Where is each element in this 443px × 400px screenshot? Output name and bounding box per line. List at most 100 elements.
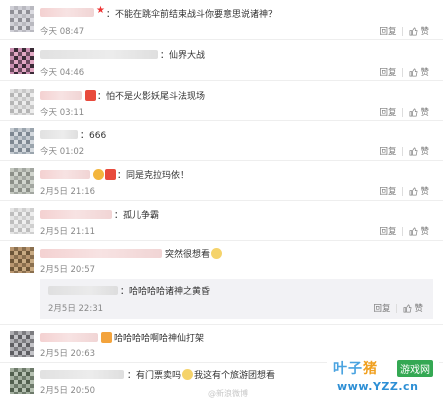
username[interactable]: [40, 130, 78, 139]
comment-time: 今天 04:46: [40, 68, 85, 78]
like-button[interactable]: 赞: [409, 225, 429, 237]
emoji-icon: [105, 169, 116, 180]
comment-item: ：666 今天 01:02 回复 赞: [0, 121, 443, 161]
site-watermark: 叶子猪 游戏网 www.YZZ.cn: [327, 354, 439, 396]
like-label: 赞: [420, 27, 429, 37]
comment-text: ：仙界大战: [160, 51, 206, 61]
comment-item: ：仙界大战 今天 04:46 回复 赞: [0, 40, 443, 81]
like-button[interactable]: 赞: [409, 145, 429, 157]
watermark-brand-a: 叶子: [333, 361, 363, 377]
like-label: 赞: [420, 227, 429, 237]
comment-text: ：有门票卖吗 我这有个旅游团想看: [127, 368, 275, 381]
username[interactable]: [40, 170, 90, 179]
thumbs-up-icon: [404, 304, 413, 312]
vip-star-icon: ★: [96, 5, 105, 16]
reply-text: ：哈哈哈哈诸神之黄昏: [120, 287, 211, 297]
reply-button[interactable]: 回复: [379, 185, 396, 197]
thumbs-up-icon: [410, 108, 419, 116]
thumbs-up-icon: [410, 187, 419, 195]
username[interactable]: [40, 8, 94, 17]
like-button[interactable]: 赞: [409, 66, 429, 78]
comment-text: ：怕不是火影妖尾斗法现场: [97, 92, 206, 102]
avatar[interactable]: [10, 89, 34, 115]
emoji-icon: [93, 169, 104, 180]
reply-thread: ：哈哈哈哈诸神之黄昏 2月5日 22:31 回复 赞: [40, 279, 433, 319]
like-label: 赞: [420, 187, 429, 197]
like-button[interactable]: 赞: [409, 106, 429, 118]
username[interactable]: [40, 333, 98, 342]
comment-time: 今天 01:02: [40, 147, 85, 157]
like-button[interactable]: 赞: [409, 185, 429, 197]
divider: [402, 226, 404, 236]
watermark-url: www.YZZ.cn: [337, 380, 419, 393]
watermark-brand-b: 猪: [363, 361, 378, 377]
avatar[interactable]: [10, 208, 34, 234]
avatar[interactable]: [10, 6, 34, 32]
reply-button[interactable]: 回复: [379, 225, 396, 237]
divider: [396, 303, 398, 313]
reply-button[interactable]: 回复: [379, 66, 396, 78]
watermark-badge: 游戏网: [397, 360, 433, 377]
username[interactable]: [40, 91, 82, 100]
divider: [402, 107, 404, 117]
divider: [402, 67, 404, 77]
username[interactable]: [40, 210, 112, 219]
cat-face-emoji-icon: [211, 248, 223, 259]
avatar[interactable]: [10, 368, 34, 394]
like-button[interactable]: 赞: [403, 302, 423, 314]
username[interactable]: [40, 249, 162, 258]
reply-username[interactable]: [48, 286, 118, 295]
divider: [402, 186, 404, 196]
comment-time: 2月5日 20:63: [40, 349, 96, 359]
like-label: 赞: [420, 108, 429, 118]
reply-button[interactable]: 回复: [379, 106, 396, 118]
comment-time: 2月5日 21:11: [40, 227, 96, 237]
comment-actions: 回复 赞: [379, 66, 429, 78]
comment-text: 突然很想看: [165, 247, 223, 260]
comment-actions: 回复 赞: [379, 106, 429, 118]
comment-text: ：同是克拉玛依！: [117, 171, 190, 181]
comment-text-body: 突然很想看: [165, 250, 211, 260]
comment-text-body: ：有门票卖吗: [127, 371, 182, 381]
thumbs-up-icon: [410, 227, 419, 235]
comment-item: ★ ：不能在跳伞前结束战斗你要意思说诸神？ 今天 08:47 回复 赞: [0, 0, 443, 40]
username[interactable]: [40, 370, 124, 379]
comment-actions: 回复 赞: [379, 185, 429, 197]
comment-actions: 回复 赞: [379, 25, 429, 37]
reply-actions: 回复 赞: [373, 302, 423, 314]
watermark-brand: 叶子猪: [333, 358, 378, 378]
avatar[interactable]: [10, 331, 34, 357]
avatar[interactable]: [10, 247, 34, 273]
like-button[interactable]: 赞: [409, 25, 429, 37]
thumbs-up-icon: [410, 147, 419, 155]
reply-button[interactable]: 回复: [379, 25, 396, 37]
comment-time: 2月5日 20:57: [40, 265, 96, 275]
emoji-icon: [85, 90, 96, 101]
comment-time: 2月5日 21:16: [40, 187, 96, 197]
comment-text: ：不能在跳伞前结束战斗你要意思说诸神？: [106, 10, 278, 20]
avatar[interactable]: [10, 168, 34, 194]
comment-text: ：666: [80, 131, 107, 141]
comment-time: 今天 03:11: [40, 108, 85, 118]
like-label: 赞: [420, 68, 429, 78]
avatar[interactable]: [10, 48, 34, 74]
username[interactable]: [40, 50, 158, 59]
comment-actions: 回复 赞: [379, 225, 429, 237]
divider: [402, 26, 404, 36]
reply-button[interactable]: 回复: [379, 145, 396, 157]
comment-item: 突然很想看 2月5日 20:57 ：哈哈哈哈诸神之黄昏 2月5日 22:31 回…: [0, 241, 443, 325]
comment-item: ：孤儿争霸 2月5日 21:11 回复 赞: [0, 201, 443, 241]
divider: [402, 146, 404, 156]
comment-text: 哈哈哈哈啊哈神仙打架: [114, 334, 205, 344]
emoji-icon: [101, 332, 112, 343]
comment-item: ：同是克拉玛依！ 2月5日 21:16 回复 赞: [0, 161, 443, 201]
reply-button[interactable]: 回复: [373, 302, 390, 314]
sina-weibo-watermark: @新浪微博: [208, 389, 248, 398]
comment-time: 今天 08:47: [40, 27, 85, 37]
like-label: 赞: [414, 304, 423, 314]
comment-text-tail: 我这有个旅游团想看: [194, 371, 276, 381]
reply-time: 2月5日 22:31: [48, 304, 104, 314]
avatar[interactable]: [10, 128, 34, 154]
thumbs-up-icon: [410, 68, 419, 76]
comment-time: 2月5日 20:50: [40, 386, 96, 396]
